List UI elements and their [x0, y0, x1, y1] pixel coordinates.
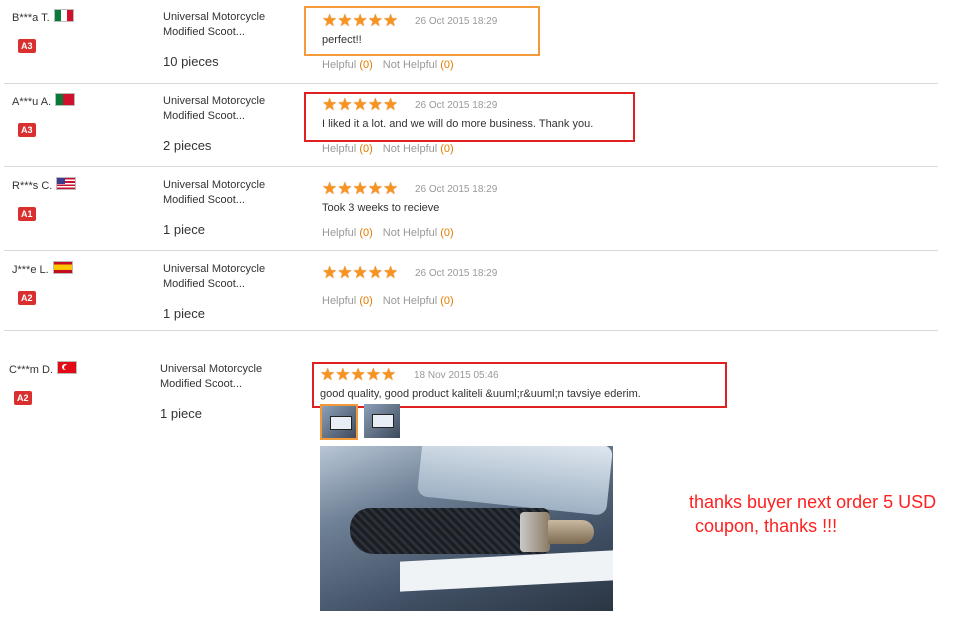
- star-rating: ★★★★★: [322, 264, 398, 281]
- review-date: 26 Oct 2015 18:29: [415, 100, 498, 111]
- not-helpful-link[interactable]: Not Helpful: [383, 295, 437, 307]
- review-item: B***a T. A3 Universal Motorcycle Modified…: [0, 0, 954, 84]
- helpful-count: (0): [359, 59, 373, 71]
- review-comment: I liked it a lot. and we will do more bu…: [322, 118, 594, 130]
- buyer-level-badge: A2: [14, 391, 32, 405]
- review-item: A***u A. A3 Universal Motorcycle Modified…: [0, 84, 954, 168]
- photo-thumbnail[interactable]: [320, 404, 358, 440]
- not-helpful-count: (0): [440, 227, 454, 239]
- turkey-flag-icon: [57, 360, 78, 374]
- review-date: 26 Oct 2015 18:29: [415, 268, 498, 279]
- not-helpful-link[interactable]: Not Helpful: [383, 59, 437, 71]
- buyer-level-badge: A2: [18, 291, 36, 305]
- review-divider: [4, 250, 938, 251]
- product-name[interactable]: Universal Motorcycle Modified Scoot...: [163, 10, 265, 40]
- helpful-link[interactable]: Helpful: [322, 227, 356, 239]
- buyer-name: A***u A.: [12, 92, 76, 108]
- star-rating: ★★★★★: [322, 180, 398, 197]
- seller-note-line: thanks buyer next order 5 USD: [689, 492, 937, 512]
- review-divider: [4, 330, 938, 331]
- helpful-link[interactable]: Helpful: [322, 295, 356, 307]
- buyer-level-badge: A3: [18, 123, 36, 137]
- helpful-votes: Helpful (0) Not Helpful (0): [322, 295, 454, 307]
- buyer-name: B***a T.: [12, 8, 74, 24]
- review-photo-thumbnails: [320, 404, 400, 440]
- review-comment: perfect!!: [322, 34, 362, 46]
- star-rating-stars: ★★★★★: [322, 179, 399, 198]
- mexico-flag-icon: [53, 8, 74, 22]
- helpful-votes: Helpful (0) Not Helpful (0): [322, 143, 454, 155]
- review-date: 26 Oct 2015 18:29: [415, 16, 498, 27]
- star-rating: ★★★★★: [322, 12, 398, 29]
- review-comment: Took 3 weeks to recieve: [322, 202, 440, 214]
- review-divider: [4, 166, 938, 167]
- star-rating: ★★★★★: [320, 366, 396, 383]
- product-name[interactable]: Universal Motorcycle Modified Scoot...: [163, 262, 265, 292]
- order-quantity: 10 pieces: [163, 54, 219, 69]
- helpful-link[interactable]: Helpful: [322, 143, 356, 155]
- helpful-votes: Helpful (0) Not Helpful (0): [322, 59, 454, 71]
- helpful-link[interactable]: Helpful: [322, 59, 356, 71]
- photo-thumbnail[interactable]: [364, 404, 400, 438]
- product-name[interactable]: Universal Motorcycle Modified Scoot...: [163, 178, 265, 208]
- product-name[interactable]: Universal Motorcycle Modified Scoot...: [160, 362, 262, 392]
- star-rating-stars: ★★★★★: [322, 11, 399, 30]
- review-date: 26 Oct 2015 18:29: [415, 184, 498, 195]
- buyer-level-badge: A3: [18, 39, 36, 53]
- order-quantity: 1 piece: [160, 406, 202, 421]
- seller-note: thanks buyer next order 5 USD coupon, th…: [689, 490, 936, 538]
- review-item: J***e L. A2 Universal Motorcycle Modified…: [0, 252, 954, 332]
- review-photo[interactable]: [320, 446, 613, 611]
- product-name[interactable]: Universal Motorcycle Modified Scoot...: [163, 94, 265, 124]
- buyer-name: J***e L.: [12, 260, 73, 276]
- helpful-count: (0): [359, 295, 373, 307]
- buyer-name: C***m D.: [9, 360, 78, 376]
- buyer-level-badge: A1: [18, 207, 36, 221]
- helpful-votes: Helpful (0) Not Helpful (0): [322, 227, 454, 239]
- order-quantity: 2 pieces: [163, 138, 212, 153]
- review-date: 18 Nov 2015 05:46: [414, 370, 499, 381]
- not-helpful-link[interactable]: Not Helpful: [383, 227, 437, 239]
- star-rating-stars: ★★★★★: [320, 365, 397, 384]
- star-rating-stars: ★★★★★: [322, 263, 399, 282]
- star-rating: ★★★★★: [322, 96, 398, 113]
- not-helpful-count: (0): [440, 143, 454, 155]
- star-rating-stars: ★★★★★: [322, 95, 399, 114]
- not-helpful-count: (0): [440, 59, 454, 71]
- order-quantity: 1 piece: [163, 222, 205, 237]
- order-quantity: 1 piece: [163, 306, 205, 321]
- portugal-flag-icon: [55, 92, 76, 106]
- buyer-name: R***s C.: [12, 176, 77, 192]
- spain-flag-icon: [52, 260, 73, 274]
- helpful-count: (0): [359, 143, 373, 155]
- usa-flag-icon: [56, 176, 77, 190]
- review-item: R***s C. A1 Universal Motorcycle Modified…: [0, 168, 954, 252]
- helpful-count: (0): [359, 227, 373, 239]
- seller-note-line: coupon, thanks !!!: [695, 516, 838, 536]
- not-helpful-count: (0): [440, 295, 454, 307]
- not-helpful-link[interactable]: Not Helpful: [383, 143, 437, 155]
- review-comment: good quality, good product kaliteli &uum…: [320, 388, 641, 400]
